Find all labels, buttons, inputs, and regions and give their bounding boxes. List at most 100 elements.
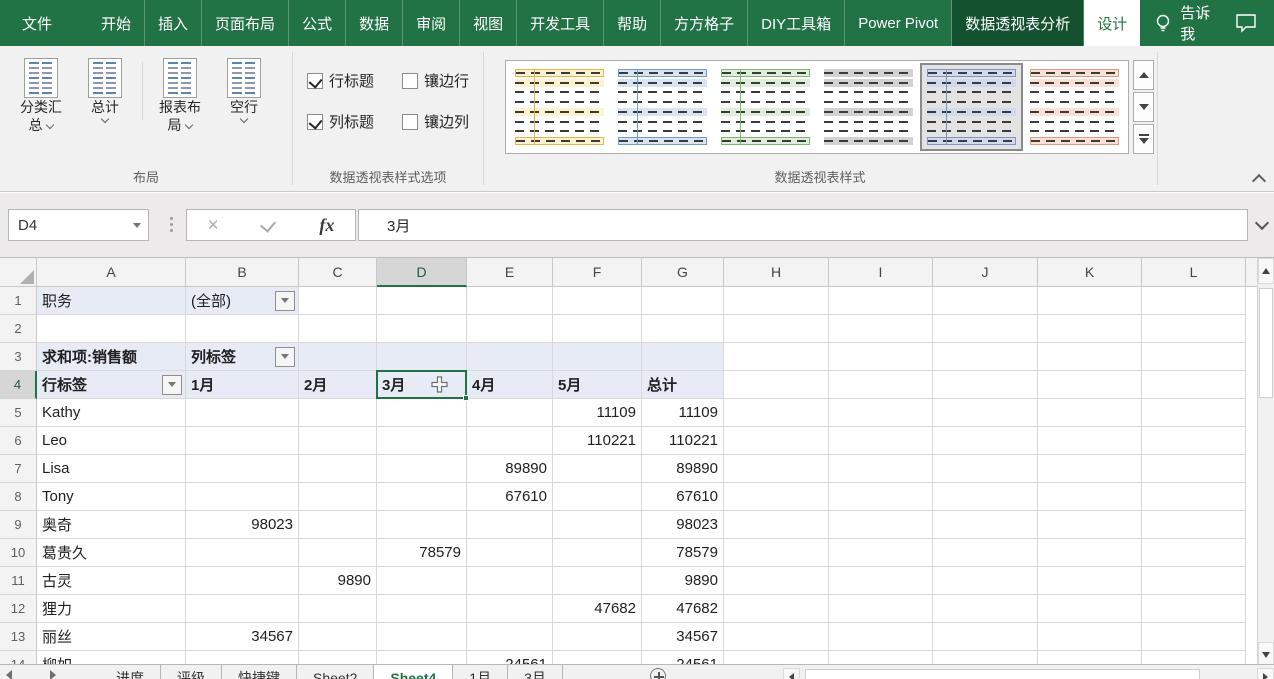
cell-C3[interactable] [299, 343, 377, 371]
cell-A1[interactable]: 职务 [37, 287, 186, 315]
ribbon-tab-开发工具[interactable]: 开发工具 [517, 0, 604, 46]
cell-J10[interactable] [933, 539, 1038, 567]
cell-F12[interactable]: 47682 [553, 595, 642, 623]
column-header-L[interactable]: L [1142, 258, 1246, 287]
scroll-up-button[interactable] [1258, 258, 1274, 284]
ribbon-button-subtotals[interactable]: 分类汇总 [12, 58, 70, 134]
cell-B13[interactable]: 34567 [186, 623, 299, 651]
column-header-G[interactable]: G [642, 258, 724, 287]
column-header-B[interactable]: B [186, 258, 299, 287]
cell-H6[interactable] [724, 427, 829, 455]
formula-bar-resizer[interactable] [170, 217, 173, 220]
cell-G7[interactable]: 89890 [642, 455, 724, 483]
column-header-E[interactable]: E [467, 258, 553, 287]
cell-J2[interactable] [933, 315, 1038, 343]
row-header-2[interactable]: 2 [0, 315, 37, 343]
cell-B4[interactable]: 1月 [186, 371, 299, 399]
cell-dropdown-button[interactable] [275, 291, 295, 311]
cell-I6[interactable] [829, 427, 933, 455]
cell-D1[interactable] [377, 287, 467, 315]
ribbon-button-report-layout[interactable]: 报表布局 [151, 58, 209, 134]
sheet-tab-1月[interactable]: 1月 [453, 665, 508, 679]
cell-D6[interactable] [377, 427, 467, 455]
ribbon-tab-插入[interactable]: 插入 [145, 0, 202, 46]
row-header-7[interactable]: 7 [0, 455, 37, 483]
cell-B1[interactable]: (全部) [186, 287, 299, 315]
column-header-J[interactable]: J [933, 258, 1038, 287]
cell-G9[interactable]: 98023 [642, 511, 724, 539]
insert-function-button[interactable]: fx [319, 216, 334, 234]
cell-B3[interactable]: 列标签 [186, 343, 299, 371]
select-all-corner[interactable] [0, 258, 37, 287]
cell-G2[interactable] [642, 315, 724, 343]
cell-A5[interactable]: Kathy [37, 399, 186, 427]
column-header-D[interactable]: D [377, 258, 467, 287]
cell-F1[interactable] [553, 287, 642, 315]
pivot-style-thumbnail-orange[interactable] [1025, 65, 1124, 149]
cell-E3[interactable] [467, 343, 553, 371]
name-box-dropdown-icon[interactable] [126, 223, 148, 228]
cell-J11[interactable] [933, 567, 1038, 595]
cell-I1[interactable] [829, 287, 933, 315]
cell-D4[interactable]: 3月 [377, 371, 467, 399]
cell-C2[interactable] [299, 315, 377, 343]
cell-F13[interactable] [553, 623, 642, 651]
cell-L9[interactable] [1142, 511, 1246, 539]
cell-B6[interactable] [186, 427, 299, 455]
row-header-10[interactable]: 10 [0, 539, 37, 567]
cell-A11[interactable]: 古灵 [37, 567, 186, 595]
cell-A2[interactable] [37, 315, 186, 343]
ribbon-tab-页面布局[interactable]: 页面布局 [202, 0, 289, 46]
cell-A10[interactable]: 葛贵久 [37, 539, 186, 567]
sheet-tab-Sheet4[interactable]: Sheet4 [374, 665, 453, 679]
row-header-12[interactable]: 12 [0, 595, 37, 623]
checkbox-column-headers[interactable]: 列标题 [307, 111, 388, 132]
cell-J12[interactable] [933, 595, 1038, 623]
cell-E4[interactable]: 4月 [467, 371, 553, 399]
cell-F10[interactable] [553, 539, 642, 567]
checked-checkbox-icon[interactable] [307, 73, 323, 89]
cell-I7[interactable] [829, 455, 933, 483]
cell-F9[interactable] [553, 511, 642, 539]
cell-I13[interactable] [829, 623, 933, 651]
cell-H12[interactable] [724, 595, 829, 623]
cell-I11[interactable] [829, 567, 933, 595]
cell-E12[interactable] [467, 595, 553, 623]
cell-G11[interactable]: 9890 [642, 567, 724, 595]
tell-me[interactable]: 告诉我 [1140, 0, 1234, 46]
cell-K2[interactable] [1038, 315, 1142, 343]
enter-button[interactable] [260, 217, 278, 233]
cell-F4[interactable]: 5月 [553, 371, 642, 399]
new-sheet-button[interactable] [650, 668, 666, 679]
cell-D8[interactable] [377, 483, 467, 511]
cell-G10[interactable]: 78579 [642, 539, 724, 567]
cell-A8[interactable]: Tony [37, 483, 186, 511]
sheet-tab-评级[interactable]: 评级 [161, 665, 222, 679]
row-header-8[interactable]: 8 [0, 483, 37, 511]
cell-C10[interactable] [299, 539, 377, 567]
cell-G1[interactable] [642, 287, 724, 315]
ribbon-tab-数据[interactable]: 数据 [346, 0, 403, 46]
checkbox-banded-columns[interactable]: 镶边列 [402, 111, 483, 132]
cell-L13[interactable] [1142, 623, 1246, 651]
cell-K3[interactable] [1038, 343, 1142, 371]
row-header-13[interactable]: 13 [0, 623, 37, 651]
pivot-style-thumbnail-gray[interactable] [819, 65, 918, 149]
horizontal-scroll-thumb[interactable] [805, 669, 1200, 679]
row-header-5[interactable]: 5 [0, 399, 37, 427]
cell-L3[interactable] [1142, 343, 1246, 371]
cell-D12[interactable] [377, 595, 467, 623]
row-header-6[interactable]: 6 [0, 427, 37, 455]
row-header-9[interactable]: 9 [0, 511, 37, 539]
cell-A9[interactable]: 奥奇 [37, 511, 186, 539]
cell-H5[interactable] [724, 399, 829, 427]
pivot-style-thumbnail-blue-selected[interactable] [922, 65, 1021, 149]
cell-L4[interactable] [1142, 371, 1246, 399]
cell-J6[interactable] [933, 427, 1038, 455]
column-header-K[interactable]: K [1038, 258, 1142, 287]
cell-A6[interactable]: Leo [37, 427, 186, 455]
cell-H8[interactable] [724, 483, 829, 511]
ribbon-tab-帮助[interactable]: 帮助 [604, 0, 661, 46]
cell-H11[interactable] [724, 567, 829, 595]
cell-E2[interactable] [467, 315, 553, 343]
